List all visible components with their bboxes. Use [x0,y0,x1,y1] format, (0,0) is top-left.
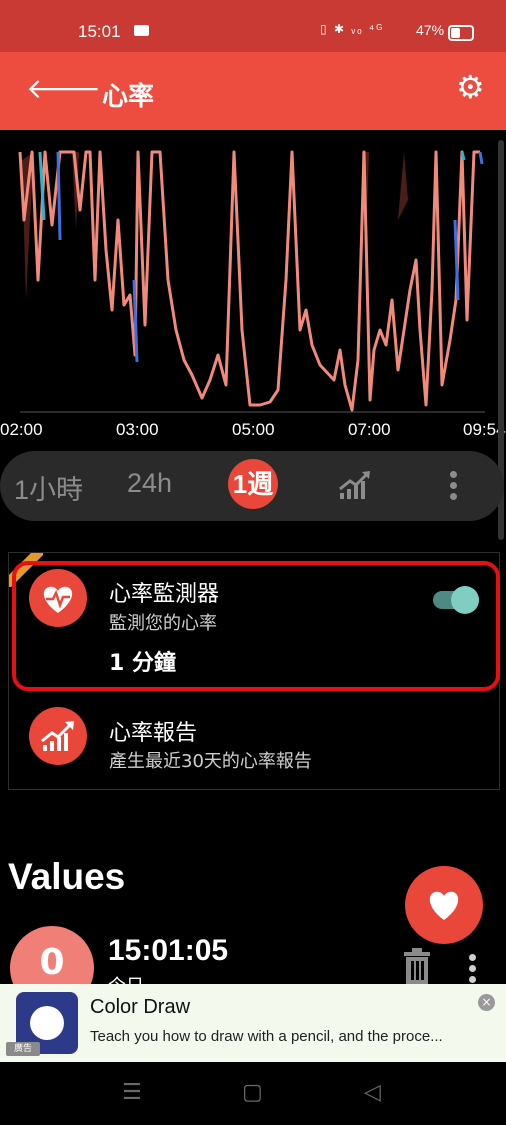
recents-menu-icon[interactable]: ☰ [122,1082,142,1104]
values-heading: Values [8,856,126,897]
value-more-icon[interactable] [469,954,477,987]
battery-percent: 47% [416,22,445,38]
ad-close-icon[interactable]: × [478,994,495,1011]
system-nav-bar: ☰ ▢ ◁ [0,1062,506,1125]
heart-icon [429,891,459,920]
range-24h-button[interactable]: 24h [127,468,172,499]
back-nav-icon[interactable]: ◁ [364,1082,381,1104]
trash-icon[interactable] [402,948,432,984]
value-number: 0 [39,942,65,983]
back-arrow-icon[interactable]: 🡐 [26,74,101,104]
status-bar: 15:01 ▯ ✱ ᵥₒ ⁴ᴳ 47% [0,0,506,52]
ad-description: Teach you how to draw with a pencil, and… [90,1028,443,1045]
range-1w-button[interactable]: 1週 [228,459,278,509]
settings-gear-icon[interactable]: ⚙ [456,70,485,104]
value-time: 15:01:05 [108,934,229,967]
battery-icon [448,25,474,41]
report-chart-icon [29,707,87,765]
report-title: 心率報告 [109,721,198,746]
trend-chart-icon[interactable] [338,469,372,501]
ad-banner[interactable]: 廣告 Color Draw Teach you how to draw with… [0,984,506,1062]
heart-fab-button[interactable] [405,866,483,944]
x-tick-label: 07:00 [348,420,391,439]
ad-title[interactable]: Color Draw [90,996,190,1019]
status-time: 15:01 [78,22,121,41]
series-cyan-segment [460,151,466,161]
page-title: 心率 [102,82,155,112]
heart-rate-line [18,150,480,412]
heart-report-row[interactable]: 心率報告 產生最近30天的心率報告 [9,695,499,785]
report-subtitle: 產生最近30天的心率報告 [109,751,312,772]
chart-svg [18,150,485,413]
system-icons: ▯ ✱ ᵥₒ ⁴ᴳ [320,22,385,36]
app-bar: 🡐 心率 ⚙ [0,52,506,130]
x-tick-label: 02:00 [0,420,43,439]
series-blue-segment [56,151,62,241]
highlight-box [12,561,500,691]
series-blue-segment [478,151,484,165]
x-tick-label: 05:00 [232,420,275,439]
heart-rate-range-band [398,152,408,220]
x-tick-label: 03:00 [116,420,159,439]
heart-rate-chart: 02:00 03:00 05:00 07:00 09:54 [0,130,506,445]
ad-tag: 廣告 [6,1042,40,1056]
home-icon[interactable]: ▢ [242,1082,263,1104]
mail-icon [134,25,149,36]
more-vertical-icon[interactable] [446,471,462,504]
range-1h-button[interactable]: 1小時 [14,468,83,507]
range-selector: 1小時 24h 1週 [0,451,504,521]
